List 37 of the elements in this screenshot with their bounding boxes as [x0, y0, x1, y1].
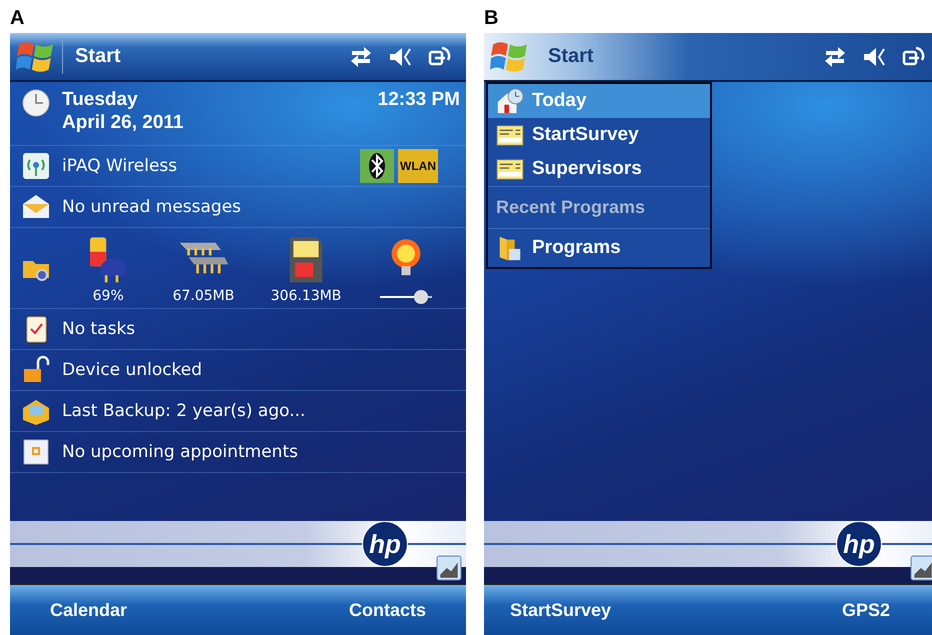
clock-time[interactable]: 12:33 PM [378, 88, 460, 111]
left-softkey[interactable]: Calendar [50, 600, 128, 620]
antenna-signal-icon [21, 151, 51, 181]
right-softkey[interactable]: GPS2 [842, 600, 890, 620]
app-tile-icon[interactable] [436, 555, 462, 581]
house-clock-icon [496, 87, 524, 115]
date-text[interactable]: April 26, 2011 [62, 111, 184, 134]
status-text[interactable]: iPAQ Wireless [62, 156, 178, 176]
day-text[interactable]: Tuesday [62, 88, 184, 111]
panel-label: A [10, 6, 26, 31]
windows-logo-icon[interactable] [490, 40, 528, 74]
open-padlock-icon [21, 355, 51, 385]
hp-logo: hp [836, 521, 882, 567]
status-text[interactable]: No upcoming appointments [62, 442, 298, 462]
status-text[interactable]: No unread messages [62, 197, 242, 217]
left-softkey[interactable]: StartSurvey [510, 600, 612, 620]
bluetooth-icon[interactable] [360, 149, 394, 183]
right-softkey[interactable]: Contacts [348, 600, 426, 620]
menu-item[interactable]: StartSurvey [488, 118, 710, 152]
panel-label: B [484, 6, 500, 31]
menu-section-header: Recent Programs [488, 186, 710, 228]
calendar-icon [21, 437, 51, 467]
windows-logo-icon[interactable] [16, 40, 54, 74]
start-title[interactable]: Start [75, 45, 121, 68]
wlan-button[interactable]: WLAN [398, 149, 438, 183]
status-text[interactable]: Device unlocked [62, 360, 202, 380]
app-tile-icon[interactable] [910, 555, 932, 581]
gauge-reading: 67.05MB [172, 288, 234, 304]
status-text[interactable]: No tasks [62, 319, 136, 339]
menu-item[interactable]: Programs [488, 228, 710, 267]
gauge-reading: 306.13MB [270, 288, 342, 304]
menu-item[interactable]: Supervisors [488, 152, 710, 186]
start-title[interactable]: Start [548, 45, 594, 68]
hp-logo: hp [362, 521, 408, 567]
clock-icon [21, 88, 51, 118]
status-text[interactable]: Last Backup: 2 year(s) ago... [62, 401, 306, 421]
gauge-reading: 69% [92, 288, 124, 304]
